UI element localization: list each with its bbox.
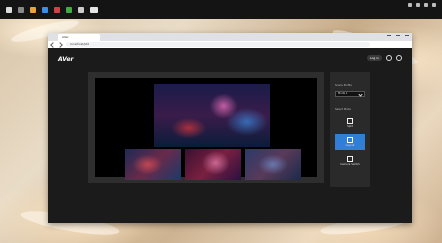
camera-thumbnail[interactable]	[185, 149, 241, 180]
tab-bar: AVer	[48, 33, 412, 41]
window-controls	[387, 35, 409, 39]
camera-switch-icon	[347, 156, 353, 162]
url-field[interactable]: localhost/ptz	[66, 42, 370, 47]
forward-icon[interactable]	[57, 42, 63, 48]
app-logo: AVer	[58, 56, 74, 63]
mode-split-button[interactable]: Split	[335, 115, 365, 131]
mode-layout-button[interactable]: Layout	[335, 134, 365, 150]
volume-icon[interactable]	[416, 3, 420, 7]
chevron-down-icon	[358, 92, 363, 97]
file-explorer-icon[interactable]	[30, 6, 36, 13]
active-app-icon[interactable]	[90, 6, 98, 13]
search-icon[interactable]	[18, 6, 24, 13]
taskbar	[0, 0, 442, 19]
mode-camera-switch-button[interactable]: Camera Switch	[335, 153, 365, 169]
scene-select[interactable]: Mode 1	[335, 91, 365, 97]
camera-thumbnail[interactable]	[125, 149, 181, 180]
minimize-icon[interactable]	[387, 35, 391, 39]
maximize-icon[interactable]	[396, 35, 400, 39]
app-area: AVer Log in Scene Profile Mode 1 Select …	[48, 48, 412, 223]
battery-icon[interactable]	[424, 3, 428, 7]
network-icon[interactable]	[408, 3, 412, 7]
preview-canvas	[95, 78, 317, 180]
back-icon[interactable]	[50, 42, 56, 48]
split-screen-icon	[347, 118, 353, 124]
settings-icon[interactable]	[396, 55, 402, 61]
user-icon[interactable]	[386, 55, 392, 61]
app-icon[interactable]	[78, 6, 84, 13]
system-tray	[408, 3, 436, 7]
layout-icon	[347, 137, 353, 143]
control-panel: Scene Profile Mode 1 Select Mode Split L…	[330, 72, 370, 187]
close-icon[interactable]	[405, 35, 409, 39]
main-camera-view[interactable]	[154, 84, 270, 147]
mode-label-text: Layout	[345, 144, 355, 147]
notification-icon[interactable]	[432, 3, 436, 7]
browser-icon[interactable]	[42, 6, 48, 13]
browser-tab[interactable]: AVer	[58, 34, 100, 41]
scene-value: Mode 1	[338, 92, 348, 95]
start-icon[interactable]	[6, 6, 12, 13]
browser-window: AVer localhost/ptz AVer Log in Scene Pro…	[48, 33, 412, 223]
mode-label-text: Camera Switch	[340, 163, 360, 166]
preview-stage	[88, 72, 324, 183]
app-icon[interactable]	[66, 6, 72, 13]
mode-label-text: Split	[347, 125, 353, 128]
login-button[interactable]: Log in	[366, 55, 382, 61]
header-actions: Log in	[366, 55, 402, 61]
camera-thumbnail[interactable]	[245, 149, 301, 180]
mode-label: Select Mode	[335, 108, 351, 111]
app-icon[interactable]	[54, 6, 60, 13]
scene-label: Scene Profile	[335, 84, 352, 87]
nav-controls	[50, 42, 63, 48]
